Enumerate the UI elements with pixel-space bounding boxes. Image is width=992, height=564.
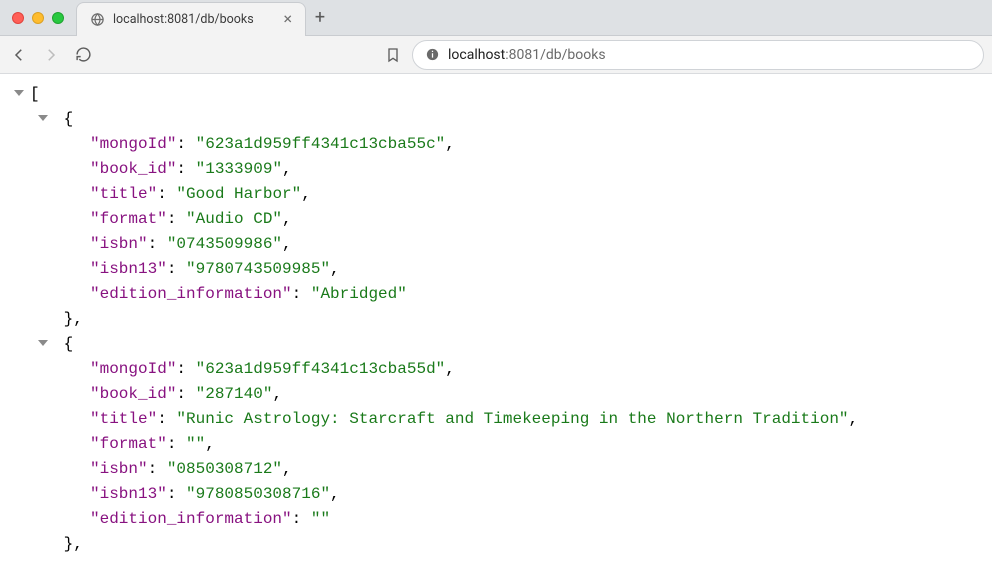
json-property: "mongoId": "623a1d959ff4341c13cba55d",	[0, 357, 992, 382]
browser-toolbar: localhost:8081/db/books	[0, 36, 992, 74]
json-property: "mongoId": "623a1d959ff4341c13cba55c",	[0, 132, 992, 157]
tab-close-button[interactable]: ×	[280, 11, 295, 27]
window-close-button[interactable]	[12, 12, 24, 24]
tab-title: localhost:8081/db/books	[113, 12, 272, 27]
json-toggle[interactable]	[38, 115, 48, 121]
json-property: "title": "Runic Astrology: Starcraft and…	[0, 407, 992, 432]
window-controls	[0, 12, 76, 24]
json-toggle[interactable]	[14, 90, 24, 96]
json-property: "book_id": "1333909",	[0, 157, 992, 182]
site-info-icon[interactable]	[425, 47, 440, 62]
bookmark-icon[interactable]	[384, 47, 402, 63]
nav-back-button[interactable]	[8, 44, 30, 66]
nav-forward-button[interactable]	[40, 44, 62, 66]
window-titlebar: localhost:8081/db/books × +	[0, 0, 992, 36]
browser-tab[interactable]: localhost:8081/db/books ×	[76, 2, 306, 36]
json-property: "edition_information": "Abridged"	[0, 282, 992, 307]
json-property: "isbn13": "9780850308716",	[0, 482, 992, 507]
new-tab-button[interactable]: +	[306, 4, 334, 32]
json-toggle[interactable]	[38, 340, 48, 346]
json-property: "format": "",	[0, 432, 992, 457]
json-property: "format": "Audio CD",	[0, 207, 992, 232]
reload-button[interactable]	[72, 44, 94, 66]
json-property: "title": "Good Harbor",	[0, 182, 992, 207]
json-property: "isbn": "0850308712",	[0, 457, 992, 482]
url-text: localhost:8081/db/books	[448, 47, 606, 63]
address-bar[interactable]: localhost:8081/db/books	[412, 40, 984, 70]
window-zoom-button[interactable]	[52, 12, 64, 24]
window-minimize-button[interactable]	[32, 12, 44, 24]
json-property: "book_id": "287140",	[0, 382, 992, 407]
json-property: "edition_information": ""	[0, 507, 992, 532]
json-viewer: [ {"mongoId": "623a1d959ff4341c13cba55c"…	[0, 74, 992, 557]
globe-icon	[89, 11, 105, 27]
json-property: "isbn": "0743509986",	[0, 232, 992, 257]
json-property: "isbn13": "9780743509985",	[0, 257, 992, 282]
